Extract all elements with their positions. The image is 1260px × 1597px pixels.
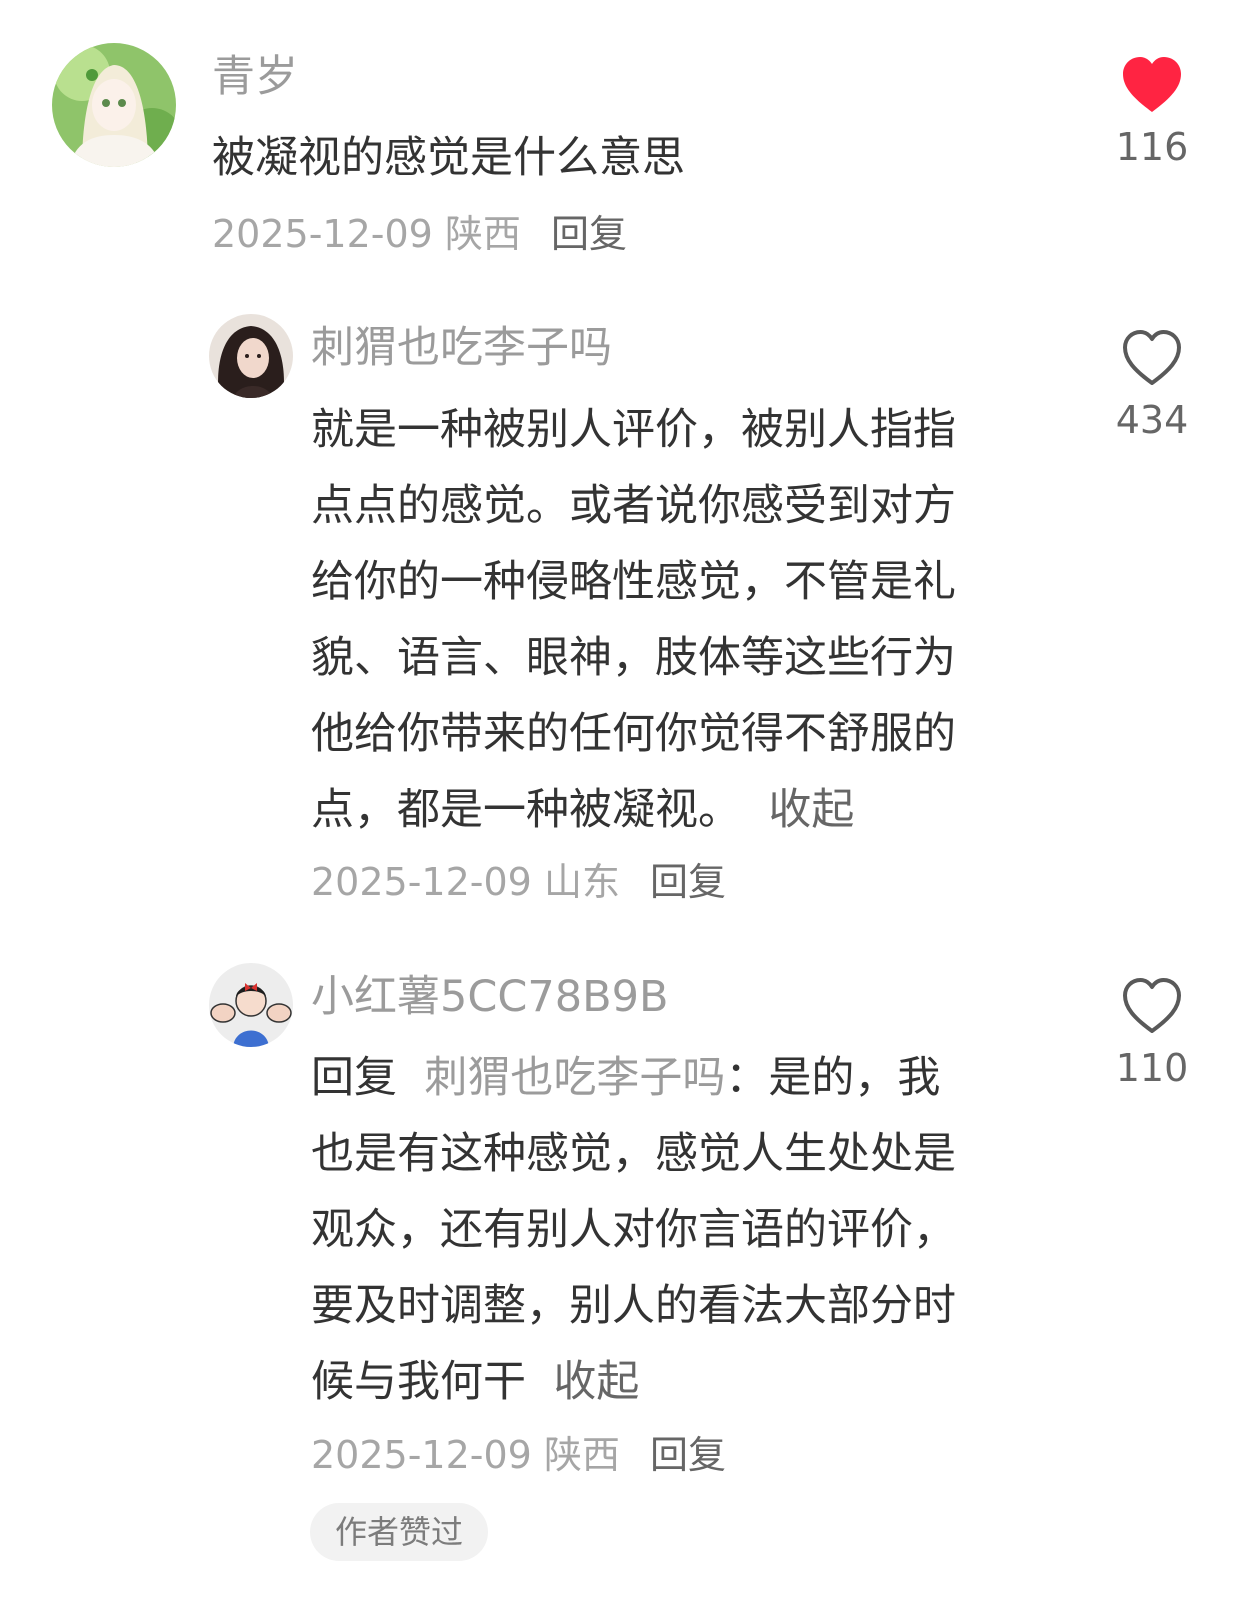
comment-line: 观众，还有别人对你言语的评价， bbox=[311, 1205, 956, 1255]
comment-location: 陕西 bbox=[543, 1433, 620, 1477]
collapse-button[interactable]: 收起 bbox=[553, 1357, 639, 1407]
comment-location: 陕西 bbox=[444, 212, 521, 256]
comment-text: 回复 刺猬也吃李子吗：是的，我 也是有这种感觉，感觉人生处处是 观众，还有别人对… bbox=[311, 1040, 956, 1420]
like-button[interactable]: 434 bbox=[1112, 329, 1192, 439]
heart-filled-icon bbox=[1123, 57, 1181, 112]
reply-button[interactable]: 回复 bbox=[650, 1433, 726, 1477]
reply-target-username[interactable]: 刺猬也吃李子吗 bbox=[424, 1053, 725, 1103]
heart-outline-icon bbox=[1123, 330, 1181, 385]
avatar-xiaohongshu[interactable] bbox=[209, 963, 293, 1047]
comment-line: 貌、语言、眼神，肢体等这些行为 bbox=[311, 633, 956, 683]
comment-text: 被凝视的感觉是什么意思 bbox=[212, 120, 685, 196]
comment-line: 候与我何干 bbox=[311, 1357, 526, 1407]
comment-date: 2025-12-09 bbox=[311, 860, 532, 904]
comment-username[interactable]: 小红薯5CC78B9B bbox=[311, 976, 668, 1019]
like-count: 110 bbox=[1115, 1046, 1189, 1090]
comment-line-last: 候与我何干 收起 bbox=[311, 1344, 956, 1420]
comment-line: 给你的一种侵略性感觉，不管是礼 bbox=[311, 557, 956, 607]
reply-prefix: 回复 bbox=[311, 1053, 397, 1103]
anime-girl-avatar-icon bbox=[52, 43, 176, 167]
comment-line: 点点的感觉。或者说你感受到对方 bbox=[311, 481, 956, 531]
comment-meta: 2025-12-09 陕西 回复 bbox=[212, 215, 627, 253]
comment-line: 也是有这种感觉，感觉人生处处是 bbox=[311, 1129, 956, 1179]
woman-photo-avatar-icon bbox=[209, 314, 293, 398]
heart-outline-icon bbox=[1123, 978, 1181, 1033]
comment-line: ：是的，我 bbox=[725, 1053, 941, 1103]
comment-text: 就是一种被别人评价，被别人指指 点点的感觉。或者说你感受到对方 给你的一种侵略性… bbox=[311, 392, 956, 848]
strong-girl-cartoon-avatar-icon bbox=[209, 963, 293, 1047]
avatar-qingsui[interactable] bbox=[52, 43, 176, 167]
like-count: 116 bbox=[1115, 125, 1189, 169]
comment-username[interactable]: 青岁 bbox=[212, 56, 298, 99]
collapse-button[interactable]: 收起 bbox=[768, 785, 854, 835]
comment-date: 2025-12-09 bbox=[212, 212, 433, 256]
avatar-ciwei[interactable] bbox=[209, 314, 293, 398]
reply-button[interactable]: 回复 bbox=[650, 860, 726, 904]
like-button[interactable]: 116 bbox=[1112, 56, 1192, 166]
like-button[interactable]: 110 bbox=[1112, 977, 1192, 1087]
comment-meta: 2025-12-09 山东 回复 bbox=[311, 863, 726, 901]
comment-date: 2025-12-09 bbox=[311, 1433, 532, 1477]
comment-location: 山东 bbox=[543, 860, 620, 904]
author-liked-badge: 作者赞过 bbox=[310, 1503, 488, 1561]
comment-line: 他给你带来的任何你觉得不舒服的 bbox=[311, 709, 956, 759]
comment-line: 要及时调整，别人的看法大部分时 bbox=[311, 1281, 956, 1331]
like-count: 434 bbox=[1115, 398, 1189, 442]
comment-username[interactable]: 刺猬也吃李子吗 bbox=[311, 327, 612, 370]
comment-line: 就是一种被别人评价，被别人指指 bbox=[311, 405, 956, 455]
comment-line: 点，都是一种被凝视。 bbox=[311, 785, 741, 835]
reply-button[interactable]: 回复 bbox=[551, 212, 627, 256]
comment-meta: 2025-12-09 陕西 回复 bbox=[311, 1436, 726, 1474]
comment-line-first: 回复 刺猬也吃李子吗：是的，我 bbox=[311, 1040, 956, 1116]
comment-line: 被凝视的感觉是什么意思 bbox=[212, 133, 685, 183]
comment-line-last: 点，都是一种被凝视。 收起 bbox=[311, 772, 956, 848]
